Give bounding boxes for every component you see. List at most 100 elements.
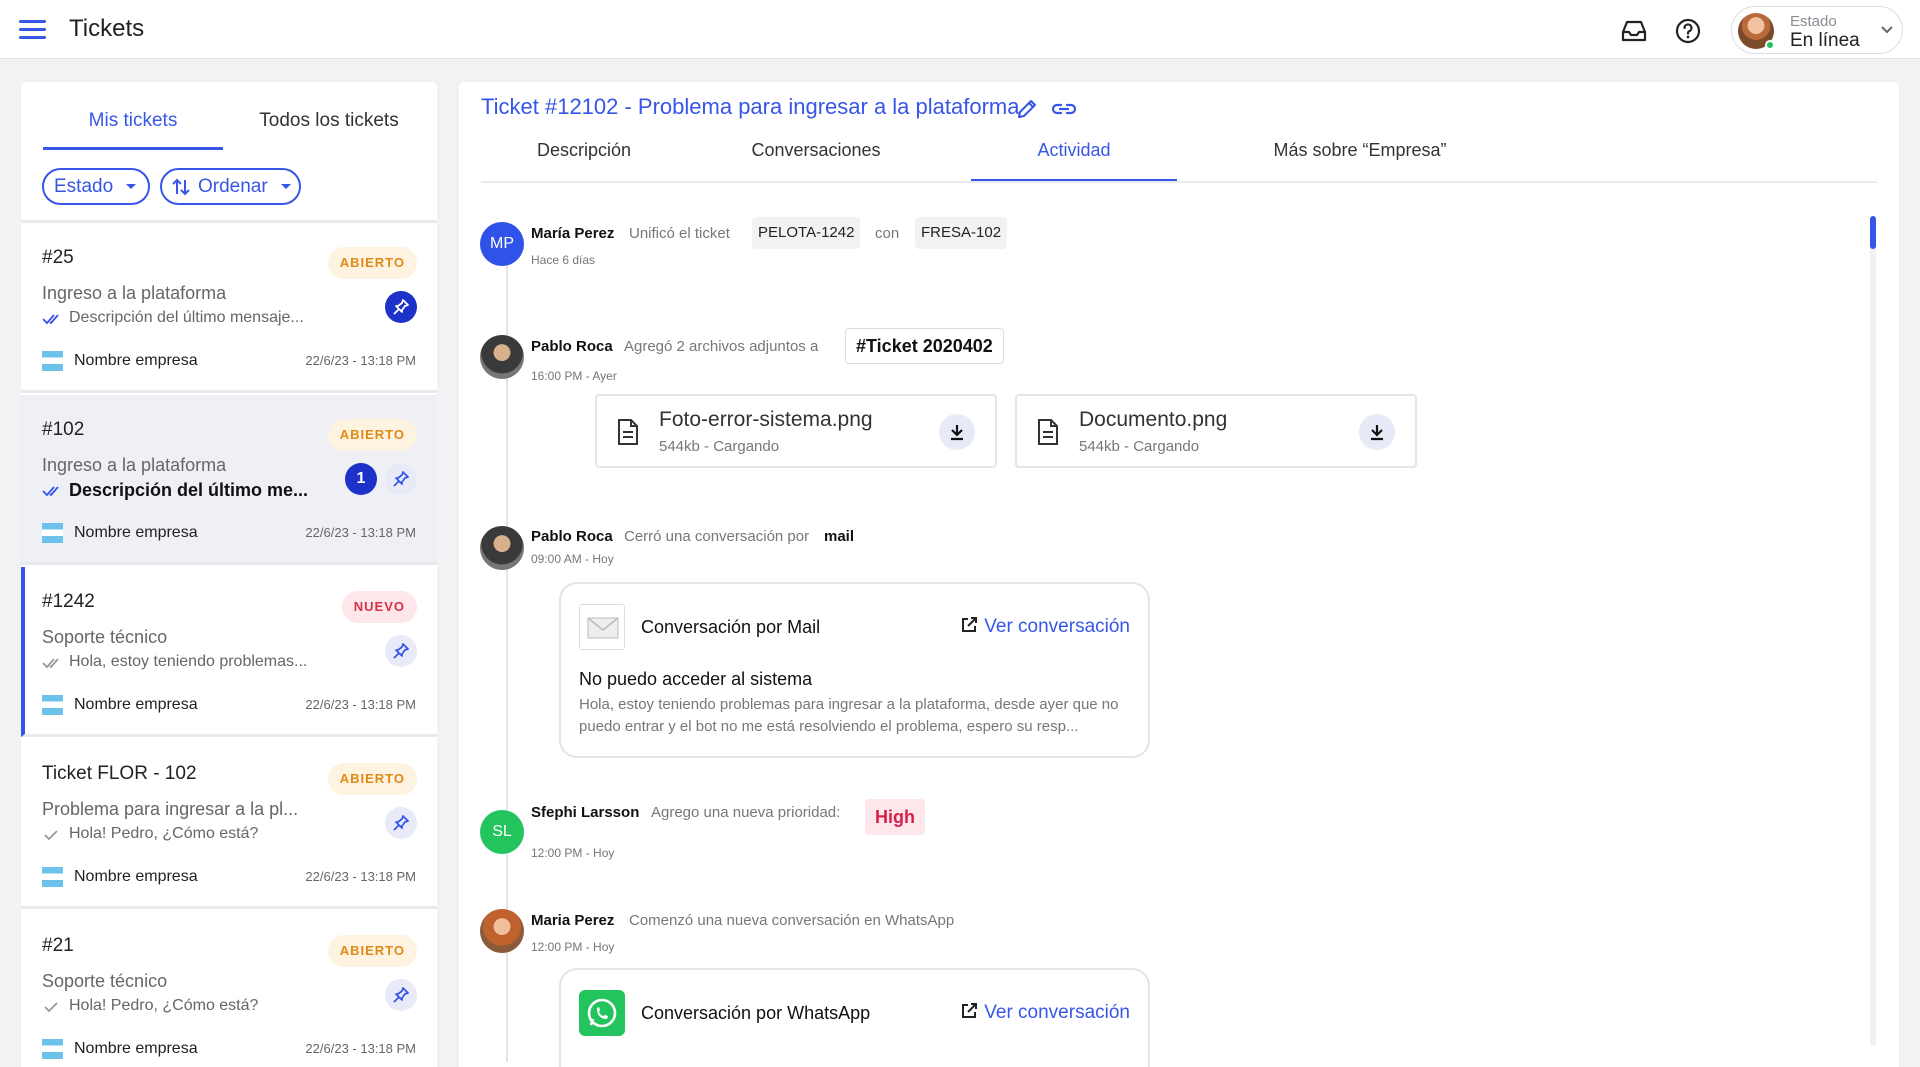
file-icon	[1038, 419, 1058, 445]
country-flag	[42, 867, 63, 887]
external-link-icon	[962, 1003, 978, 1018]
status-badge: ABIERTO	[327, 247, 417, 279]
tab-conversaciones[interactable]: Conversaciones	[713, 140, 919, 182]
download-icon	[951, 425, 963, 441]
last-message: Hola! Pedro, ¿Cómo está?	[69, 825, 259, 842]
event-channel: mail	[824, 528, 855, 545]
ver-conversacion-label: Ver conversación	[984, 1002, 1130, 1023]
last-message: Descripción del último mensaje...	[69, 309, 304, 326]
ticket-chip[interactable]: PELOTA-1242	[752, 217, 861, 249]
conversation-title: Conversación por WhatsApp	[641, 1003, 871, 1023]
online-indicator	[1765, 40, 1775, 50]
event-author: María Perez	[531, 225, 615, 242]
tab-actividad[interactable]: Actividad	[971, 140, 1177, 182]
check-icon	[44, 1002, 58, 1013]
scrollbar-track[interactable]	[1870, 216, 1876, 1046]
status-badge: ABIERTO	[327, 935, 417, 967]
ticket-card[interactable]: #25 ABIERTO Ingreso a la plataforma Desc…	[21, 223, 437, 393]
country-flag	[42, 351, 63, 371]
ticket-id: #21	[42, 935, 74, 956]
pin-icon	[393, 643, 409, 659]
event-author: Sfephi Larsson	[531, 804, 640, 821]
pin-button[interactable]	[385, 979, 417, 1011]
caret-down-icon	[280, 183, 291, 189]
attachment-card[interactable]: Documento.png 544kb - Cargando	[1015, 394, 1417, 468]
tab-mas-sobre-empresa[interactable]: Más sobre “Empresa”	[1217, 140, 1503, 182]
attachment-card[interactable]: Foto-error-sistema.png 544kb - Cargando	[595, 394, 997, 468]
tab-todos-los-tickets[interactable]: Todos los tickets	[239, 110, 419, 150]
company-name: Nombre empresa	[74, 868, 198, 885]
ordenar-label: Ordenar	[198, 175, 268, 197]
app-title: Tickets	[69, 15, 145, 42]
ver-conversacion-label: Ver conversación	[984, 616, 1130, 637]
ticket-title: Ticket #12102 - Problema para ingresar a…	[481, 94, 1020, 119]
avatar	[480, 909, 524, 953]
download-button[interactable]	[939, 414, 975, 450]
avatar	[480, 526, 524, 570]
download-button[interactable]	[1359, 414, 1395, 450]
ticket-id: Ticket FLOR - 102	[42, 763, 197, 784]
pin-button[interactable]	[385, 463, 417, 495]
ver-conversacion-link[interactable]: Ver conversación	[960, 1002, 1130, 1024]
event-author: Pablo Roca	[531, 528, 613, 545]
company-name: Nombre empresa	[74, 696, 198, 713]
tab-mis-tickets[interactable]: Mis tickets	[43, 110, 223, 150]
link-icon[interactable]	[1051, 97, 1077, 121]
ticket-subject: Problema para ingresar a la pl...	[42, 799, 299, 819]
event-time: 09:00 AM - Hoy	[531, 552, 614, 566]
menu-icon[interactable]	[19, 20, 46, 40]
tab-divider	[481, 181, 1877, 183]
avatar	[480, 335, 524, 379]
ticket-subject: Soporte técnico	[42, 627, 168, 647]
ticket-date: 22/6/23 - 13:18 PM	[305, 1041, 416, 1056]
estado-filter-button[interactable]: Estado	[42, 168, 150, 205]
company-name: Nombre empresa	[74, 524, 198, 541]
ver-conversacion-link[interactable]: Ver conversación	[960, 616, 1130, 638]
ticket-card[interactable]: Ticket FLOR - 102 ABIERTO Problema para …	[21, 739, 437, 909]
ticket-chip[interactable]: FRESA-102	[915, 217, 1008, 249]
chevron-down-icon	[1881, 26, 1893, 34]
double-check-icon	[42, 314, 59, 325]
event-action: Agregó 2 archivos adjuntos a	[624, 338, 819, 355]
conversation-preview: Hola, estoy teniendo problemas para ingr…	[579, 696, 1119, 735]
last-message: Hola! Pedro, ¿Cómo está?	[69, 997, 259, 1014]
avatar: MP	[480, 222, 524, 266]
event-action: Comenzó una nueva conversación en WhatsA…	[629, 912, 955, 929]
ticket-card[interactable]: #21 ABIERTO Soporte técnico Hola! Pedro,…	[21, 911, 437, 1067]
pin-button[interactable]	[385, 635, 417, 667]
tab-descripcion[interactable]: Descripción	[481, 140, 687, 182]
mail-icon	[579, 604, 625, 650]
country-flag	[42, 695, 63, 715]
inbox-icon[interactable]	[1618, 15, 1650, 47]
event-time: 16:00 PM - Ayer	[531, 369, 617, 383]
status-badge: ABIERTO	[327, 763, 417, 795]
pin-button[interactable]	[385, 291, 417, 323]
help-icon[interactable]	[1672, 15, 1704, 47]
event-author: Pablo Roca	[531, 338, 613, 355]
event-connector: con	[875, 225, 900, 242]
estado-filter-label: Estado	[54, 175, 114, 197]
scrollbar-thumb[interactable]	[1870, 216, 1876, 249]
ticket-subject: Ingreso a la plataforma	[42, 455, 227, 475]
ordenar-button[interactable]: Ordenar	[160, 168, 301, 205]
status-selector[interactable]: Estado En línea	[1731, 6, 1903, 54]
conversation-subject: No puedo acceder al sistema	[579, 669, 813, 689]
top-bar: Tickets Estado En línea	[0, 0, 1920, 59]
ticket-reference[interactable]: #Ticket 2020402	[845, 328, 1004, 364]
ticket-subject: Soporte técnico	[42, 971, 168, 991]
status-badge: ABIERTO	[327, 419, 417, 451]
ticket-card[interactable]: #102 ABIERTO Ingreso a la plataforma Des…	[21, 395, 437, 565]
status-label: Estado	[1790, 13, 1837, 30]
check-icon	[44, 830, 58, 841]
ticket-card[interactable]: #1242 NUEVO Soporte técnico Hola, estoy …	[21, 567, 437, 737]
file-meta: 544kb - Cargando	[1079, 438, 1200, 455]
pin-icon	[393, 471, 409, 487]
file-meta: 544kb - Cargando	[659, 438, 780, 455]
pin-button[interactable]	[385, 807, 417, 839]
pin-icon	[393, 815, 409, 831]
last-message: Hola, estoy teniendo problemas...	[69, 653, 308, 670]
ticket-id: #25	[42, 247, 74, 268]
conversation-card: Conversación por Mail Ver conversación N…	[559, 582, 1150, 758]
ticket-id: #102	[42, 419, 85, 440]
edit-icon[interactable]	[1015, 97, 1039, 121]
